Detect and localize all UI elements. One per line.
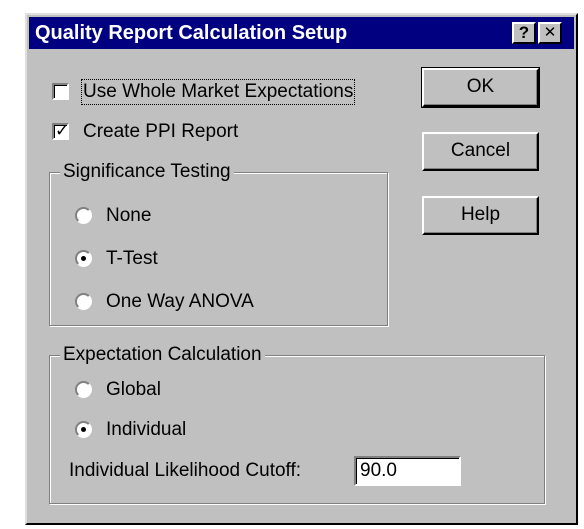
cutoff-input[interactable]: 90.0	[354, 456, 461, 486]
radio-one-way-anova-label: One Way ANOVA	[106, 291, 254, 312]
radio-none[interactable]	[75, 207, 92, 224]
radio-global[interactable]	[75, 381, 92, 398]
radio-individual[interactable]	[75, 421, 92, 438]
create-ppi-label: Create PPI Report	[83, 121, 239, 142]
expectation-calculation-group: Expectation Calculation Global Individua…	[49, 344, 545, 504]
cancel-button[interactable]: Cancel	[422, 132, 539, 171]
significance-testing-group: Significance Testing None T-Test One Way…	[49, 161, 388, 326]
help-icon[interactable]: ?	[512, 22, 536, 44]
ok-button[interactable]: OK	[421, 67, 540, 108]
radio-t-test[interactable]	[75, 250, 92, 267]
significance-testing-title: Significance Testing	[60, 161, 234, 183]
cutoff-label: Individual Likelihood Cutoff:	[69, 460, 302, 481]
whole-market-label: Use Whole Market Expectations	[80, 79, 356, 105]
window-title: Quality Report Calculation Setup	[35, 22, 348, 44]
radio-one-way-anova[interactable]	[75, 293, 92, 310]
radio-individual-label: Individual	[106, 419, 187, 440]
title-bar: Quality Report Calculation Setup ? ✕	[29, 17, 574, 49]
whole-market-checkbox[interactable]	[52, 83, 69, 100]
radio-t-test-label: T-Test	[106, 248, 158, 269]
radio-global-label: Global	[106, 379, 161, 400]
expectation-calculation-title: Expectation Calculation	[60, 344, 265, 366]
help-button[interactable]: Help	[422, 196, 539, 235]
create-ppi-checkbox[interactable]: ✓	[52, 121, 69, 140]
radio-none-label: None	[106, 205, 152, 226]
close-icon[interactable]: ✕	[538, 22, 562, 44]
dialog-window: Quality Report Calculation Setup ? ✕ Use…	[25, 13, 578, 525]
